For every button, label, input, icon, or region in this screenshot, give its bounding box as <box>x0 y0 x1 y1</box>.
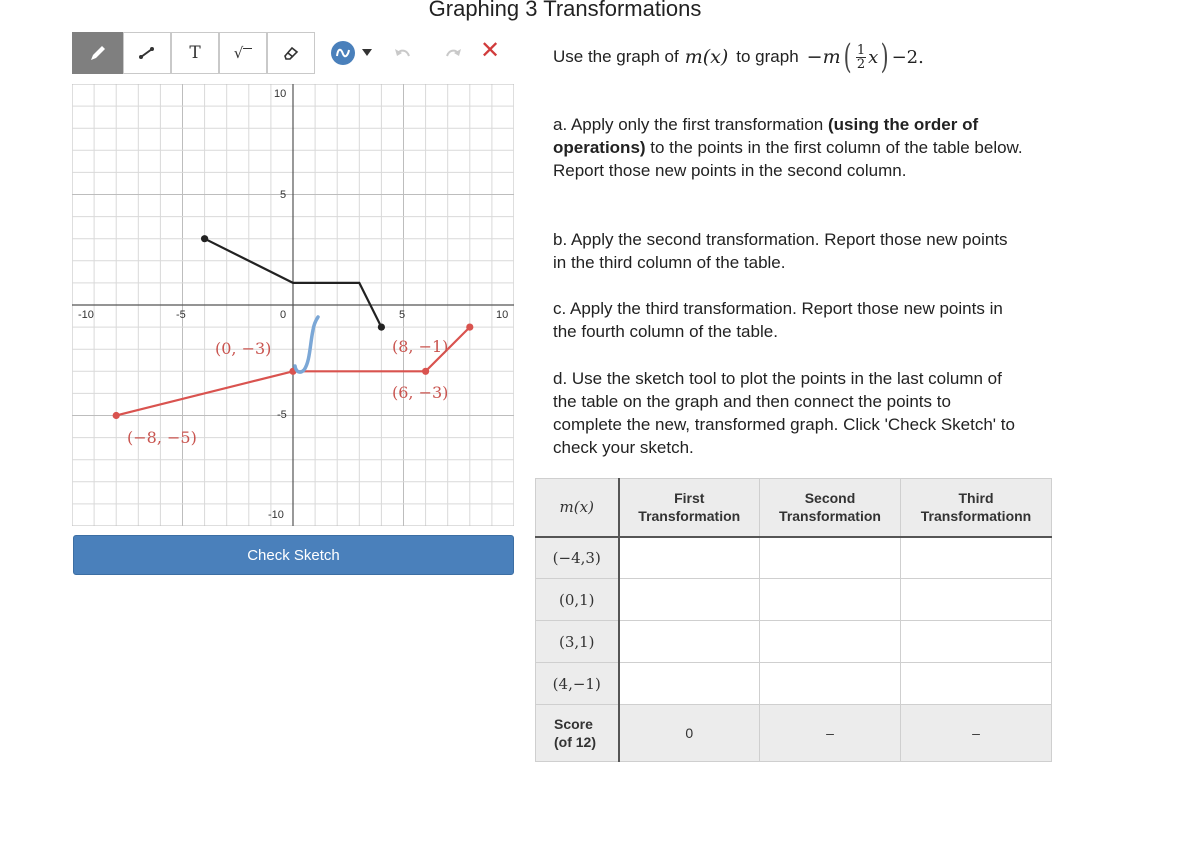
score-label-text: Score <box>554 716 593 732</box>
header-third-transformation: Third Transformationn <box>900 478 1052 538</box>
third-transformation-input[interactable] <box>900 578 1052 621</box>
close-button[interactable]: ✕ <box>480 36 500 64</box>
y-tick-label: 5 <box>280 189 286 201</box>
prompt-mid: to graph <box>736 47 799 66</box>
x-tick-label: -5 <box>176 309 186 321</box>
page-title: Graphing 3 Transformations <box>428 0 702 21</box>
score-third: – <box>900 704 1052 762</box>
instruction-a-prefix: a. Apply only the first transformation <box>553 115 828 134</box>
score-first: 0 <box>618 704 760 762</box>
red-graph-point <box>466 323 474 331</box>
instruction-a: a. Apply only the first transformation (… <box>553 113 1023 182</box>
x-tick-label: 5 <box>399 309 405 321</box>
instruction-b: b. Apply the second transformation. Repo… <box>553 230 1008 272</box>
neg-m: −m <box>806 46 841 68</box>
x-tick-label: 0 <box>280 309 286 321</box>
graph-svg: -10 -5 0 5 10 10 5 -5 -10 (0, −3) (8, −1… <box>72 84 514 526</box>
graph-canvas[interactable]: -10 -5 0 5 10 10 5 -5 -10 (0, −3) (8, −1… <box>72 84 514 526</box>
third-transformation-input[interactable] <box>900 620 1052 663</box>
score-label-subtext: (of 12) <box>554 734 596 750</box>
second-transformation-input[interactable] <box>759 536 901 579</box>
text-tool-button[interactable]: T <box>171 32 219 74</box>
red-graph-point <box>422 367 430 375</box>
y-tick-label: -10 <box>268 509 284 521</box>
fraction-denominator: 2 <box>856 56 866 72</box>
line-icon <box>139 47 154 59</box>
close-icon: ✕ <box>480 36 501 64</box>
check-sketch-button[interactable]: Check Sketch <box>73 535 514 575</box>
fraction-numerator: 1 <box>855 42 867 58</box>
header-second-transformation: Second Transformation <box>759 478 901 538</box>
score-row: Score (of 12) 0 – – <box>535 704 1052 762</box>
eraser-icon <box>284 46 299 60</box>
close-paren: ) <box>880 37 889 77</box>
header-first-label: First <box>674 490 705 507</box>
point-cell: (0,1) <box>535 578 620 621</box>
pencil-tool-button[interactable] <box>72 32 123 74</box>
curve-tool-button[interactable] <box>330 40 376 66</box>
text-tool-label: T <box>189 43 201 63</box>
black-graph-point <box>377 323 385 331</box>
header-third-sublabel: Transformationn <box>920 508 1032 525</box>
table-row: (−4,3) <box>535 536 1052 579</box>
first-transformation-input[interactable] <box>618 578 760 621</box>
header-second-sublabel: Transformation <box>779 508 881 525</box>
third-transformation-input[interactable] <box>900 662 1052 705</box>
prompt-line: Use the graph of m(x) to graph −m ( 1 2 … <box>553 40 924 74</box>
first-transformation-input[interactable] <box>618 662 760 705</box>
line-tool-button[interactable] <box>123 32 171 74</box>
transformation-table: m(x) First Transformation Second Transfo… <box>535 478 1052 762</box>
y-tick-label: -5 <box>277 409 287 421</box>
table-row: (0,1) <box>535 578 1052 621</box>
point-label-neg8-neg5: (−8, −5) <box>127 428 197 447</box>
sqrt-tool-label: √ <box>233 44 244 62</box>
third-transformation-input[interactable] <box>900 536 1052 579</box>
x-variable: x <box>868 46 879 68</box>
second-transformation-input[interactable] <box>759 620 901 663</box>
table-row: (4,−1) <box>535 662 1052 705</box>
table-header-row: m(x) First Transformation Second Transfo… <box>535 478 1052 538</box>
red-graph-point <box>112 411 120 420</box>
undo-button[interactable] <box>392 42 414 62</box>
x-tick-label: -10 <box>78 309 94 321</box>
eraser-tool-button[interactable] <box>267 32 315 74</box>
redo-icon <box>446 49 461 57</box>
second-transformation-input[interactable] <box>759 578 901 621</box>
black-graph-point <box>201 235 209 243</box>
instruction-d: d. Use the sketch tool to plot the point… <box>553 369 1015 457</box>
fraction: 1 2 <box>855 42 867 72</box>
first-transformation-input[interactable] <box>618 620 760 663</box>
score-second: – <box>759 704 901 762</box>
point-label-8-neg1: (8, −1) <box>392 337 448 356</box>
y-tick-label: 10 <box>274 88 286 100</box>
second-transformation-input[interactable] <box>759 662 901 705</box>
header-mx: m(x) <box>535 478 620 538</box>
sketch-toolbar: T √ ✕ <box>72 32 517 75</box>
table-row: (3,1) <box>535 620 1052 663</box>
instruction-c: c. Apply the third transformation. Repor… <box>553 299 1003 341</box>
point-cell: (4,−1) <box>535 662 620 705</box>
function-name: m(x) <box>684 46 729 68</box>
header-third-label: Third <box>958 490 994 507</box>
sqrt-overline <box>243 48 253 59</box>
point-label-6-neg3: (6, −3) <box>392 383 448 402</box>
curve-tool-icon <box>331 41 372 65</box>
prompt-tail: −2. <box>891 46 924 68</box>
point-label-0-neg3: (0, −3) <box>215 339 271 358</box>
prompt-lead: Use the graph of <box>553 47 679 66</box>
score-label: Score (of 12) <box>535 704 620 762</box>
header-first-transformation: First Transformation <box>618 478 760 538</box>
point-cell: (−4,3) <box>535 536 620 579</box>
open-paren: ( <box>843 37 852 77</box>
first-transformation-input[interactable] <box>618 536 760 579</box>
pencil-icon <box>90 46 105 60</box>
header-first-sublabel: Transformation <box>638 508 741 525</box>
sqrt-tool-button[interactable]: √ <box>219 32 267 74</box>
point-cell: (3,1) <box>535 620 620 663</box>
undo-icon <box>395 49 410 57</box>
redo-button[interactable] <box>442 42 464 62</box>
x-tick-label: 10 <box>496 309 508 321</box>
header-second-label: Second <box>804 490 856 507</box>
